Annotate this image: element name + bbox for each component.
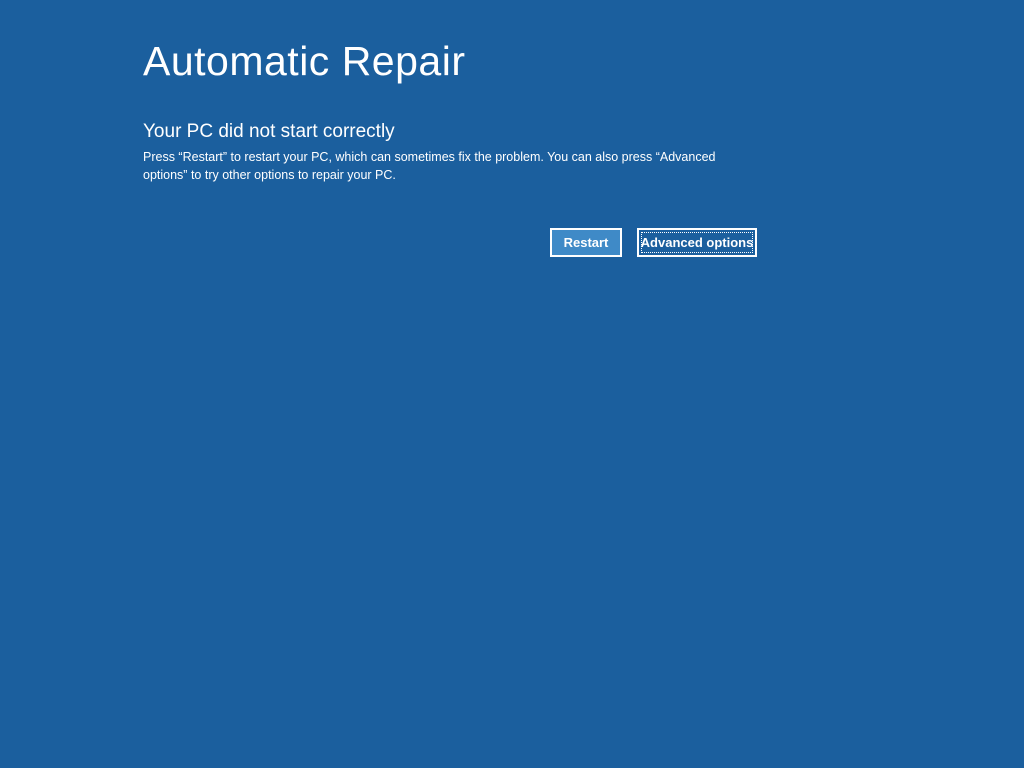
error-subtitle: Your PC did not start correctly [143,121,1024,143]
button-row: Restart Advanced options [143,228,1024,257]
advanced-options-button[interactable]: Advanced options [637,228,757,257]
main-container: Automatic Repair Your PC did not start c… [0,0,1024,257]
restart-button[interactable]: Restart [550,228,622,257]
error-description: Press “Restart” to restart your PC, whic… [143,149,748,184]
page-title: Automatic Repair [143,38,1024,85]
